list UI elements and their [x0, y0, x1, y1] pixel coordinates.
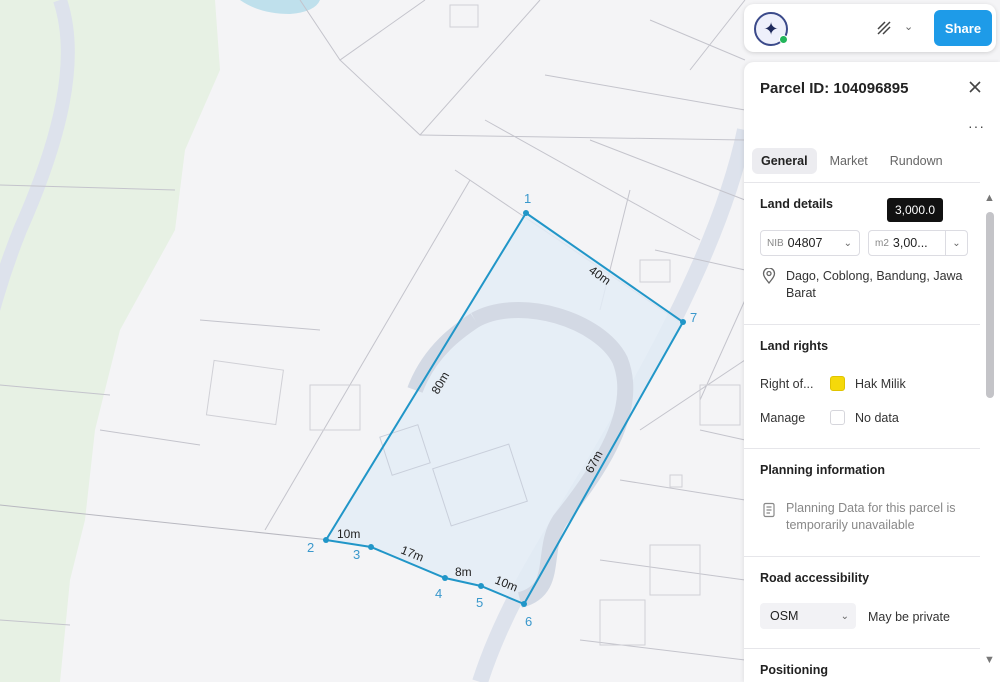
road-status: May be private: [868, 610, 950, 624]
chevron-down-icon[interactable]: ⌄: [904, 20, 913, 33]
road-source-value: OSM: [770, 609, 799, 623]
share-button[interactable]: Share: [934, 10, 992, 46]
chevron-down-icon: ⌄: [843, 237, 852, 249]
parcel-details-panel: Parcel ID: 104096895 ··· General Market …: [744, 62, 1000, 682]
positioning-title: Positioning: [760, 663, 829, 677]
nib-prefix: NIB: [767, 237, 784, 249]
parcel-address: Dago, Coblong, Bandung, Jawa Barat: [786, 269, 963, 300]
manage-color-swatch: [830, 410, 845, 425]
vertex-label-6: 6: [525, 614, 532, 629]
scroll-up-icon[interactable]: ▲: [984, 192, 995, 204]
road-accessibility-title: Road accessibility: [760, 571, 870, 585]
right-of-value: Hak Milik: [855, 377, 906, 391]
tab-market[interactable]: Market: [821, 148, 877, 174]
right-of-label: Right of...: [760, 377, 814, 391]
tab-rundown[interactable]: Rundown: [881, 148, 952, 174]
area-select[interactable]: m2 3,00... ⌄: [868, 230, 968, 256]
vertex-label-5: 5: [476, 595, 483, 610]
pen-tool-icon[interactable]: [874, 18, 896, 40]
scrollbar-thumb[interactable]: [986, 212, 994, 398]
right-of-color-swatch: [830, 376, 845, 391]
divider: [744, 182, 980, 183]
edge-label-4-5: 8m: [455, 565, 472, 579]
more-options-icon[interactable]: ···: [968, 118, 985, 134]
sparkle-icon: ✦: [763, 19, 779, 39]
close-icon[interactable]: [966, 78, 986, 98]
tab-general[interactable]: General: [752, 148, 817, 174]
area-prefix: m2: [875, 237, 889, 249]
scroll-down-icon[interactable]: ▼: [984, 654, 995, 666]
chevron-down-icon: ⌄: [840, 610, 849, 622]
vertex-label-7: 7: [690, 310, 697, 325]
divider: [744, 324, 980, 325]
vertex-label-3: 3: [353, 547, 360, 562]
vertex-label-4: 4: [435, 586, 442, 601]
land-rights-title: Land rights: [760, 339, 829, 353]
land-details-title: Land details: [760, 197, 833, 211]
location-pin-icon: [762, 267, 776, 285]
ai-assistant-button[interactable]: ✦: [754, 12, 788, 46]
divider: [744, 648, 980, 649]
panel-title: Parcel ID: 104096895: [760, 80, 909, 97]
manage-label: Manage: [760, 411, 806, 425]
online-status-dot: [779, 35, 788, 44]
divider: [744, 448, 980, 449]
divider: [744, 556, 980, 557]
area-value: 3,00...: [892, 236, 928, 250]
road-source-select[interactable]: OSM ⌄: [760, 603, 856, 629]
top-toolbar: ✦ ⌄ Share: [744, 4, 996, 52]
nib-select[interactable]: NIB 04807 ⌄: [760, 230, 860, 256]
area-tooltip: 3,000.0: [887, 198, 944, 222]
edge-label-2-3: 10m: [337, 527, 360, 541]
planning-message: Planning Data for this parcel is tempora…: [786, 501, 956, 532]
document-icon: [762, 502, 776, 518]
nib-value: 04807: [787, 236, 823, 250]
planning-title: Planning information: [760, 463, 885, 477]
vertex-label-2: 2: [307, 540, 314, 555]
panel-tabs: General Market Rundown: [752, 148, 952, 174]
vertex-label-1: 1: [524, 191, 531, 206]
chevron-down-icon: ⌄: [945, 231, 967, 255]
manage-value: No data: [855, 411, 899, 425]
